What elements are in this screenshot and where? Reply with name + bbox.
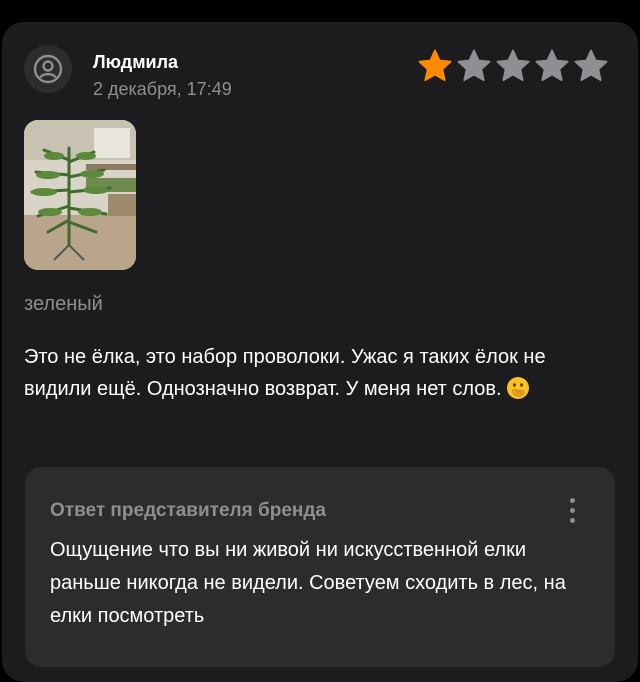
brand-reply: Ответ представителя бренда Ощущение что … (25, 467, 615, 667)
review-text: Это не ёлка, это набор проволоки. Ужас я… (24, 341, 604, 405)
star-empty-icon (457, 49, 491, 82)
star-empty-icon (496, 49, 530, 82)
more-dot (569, 517, 575, 523)
brand-reply-title: Ответ представителя бренда (50, 500, 326, 521)
review-text-content: Это не ёлка, это набор проволоки. Ужас я… (24, 346, 546, 400)
review-photo[interactable] (24, 120, 136, 270)
brand-reply-text: Ощущение что вы ни живой ни искусственно… (50, 539, 566, 627)
more-vertical-icon[interactable] (561, 493, 583, 527)
avatar[interactable] (24, 45, 72, 93)
photo-christmas-tree (24, 120, 136, 270)
more-dot (569, 507, 575, 513)
user-avatar-icon (33, 54, 63, 84)
author-name: Людмила (93, 52, 179, 72)
star-filled-icon (418, 49, 452, 82)
star-empty-icon (535, 49, 569, 82)
star-empty-icon (574, 49, 608, 82)
review-date: 2 декабря, 17:49 (93, 79, 232, 99)
face-with-hand-over-mouth-icon (506, 377, 529, 399)
more-dot (569, 497, 575, 503)
star-rating (416, 47, 610, 85)
product-variant: зеленый (24, 293, 103, 315)
